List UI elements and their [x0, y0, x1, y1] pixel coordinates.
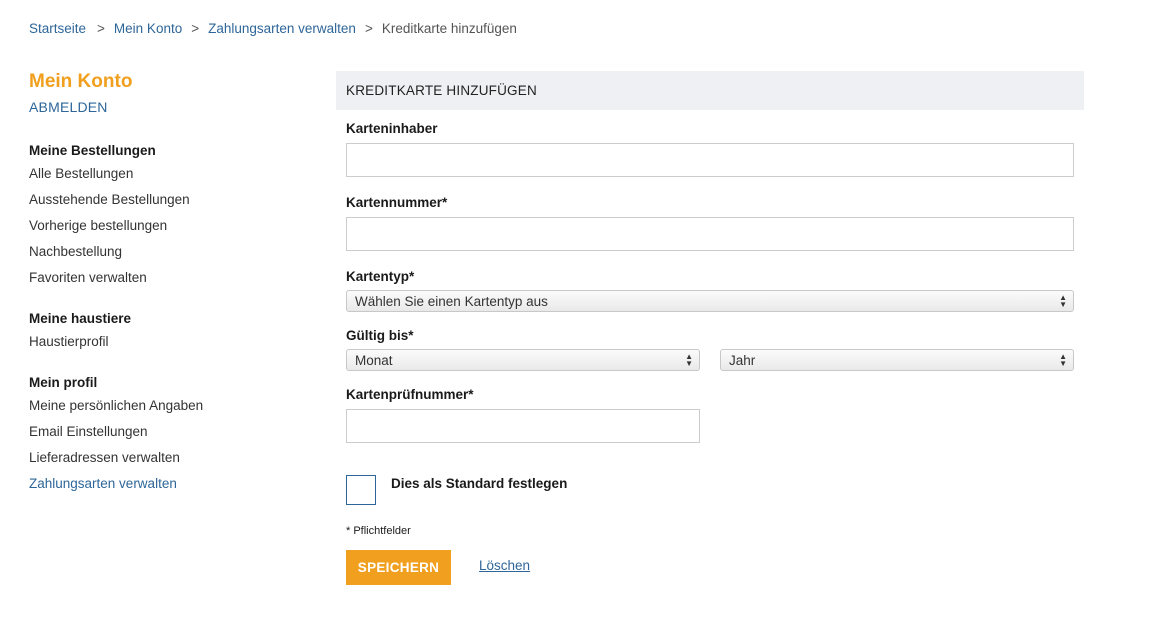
required-note: * Pflichtfelder [346, 525, 411, 537]
cardtype-label: Kartentyp* [346, 269, 415, 284]
sidebar-item-payment-methods[interactable]: Zahlungsarten verwalten [29, 471, 309, 497]
sidebar-item-favorites[interactable]: Favoriten verwalten [29, 265, 309, 291]
expiry-month-value: Monat [355, 352, 393, 368]
add-credit-card-panel: KREDITKARTE HINZUFÜGEN Karteninhaber Kar… [336, 71, 1084, 585]
sidebar-item-previous-orders[interactable]: Vorherige bestellungen [29, 213, 309, 239]
breadcrumb-current: Kreditkarte hinzufügen [381, 21, 517, 36]
breadcrumb-account-link[interactable]: Mein Konto [114, 21, 182, 36]
select-arrows-icon: ▲ ▼ [1059, 352, 1067, 368]
nav-group-orders: Meine Bestellungen Alle Bestellungen Aus… [29, 141, 309, 291]
credit-card-form: Karteninhaber Kartennummer* Kartentyp* W… [336, 121, 1084, 585]
nav-group-profile: Mein profil Meine persönlichen Angaben E… [29, 373, 309, 497]
breadcrumb: Startseite > Mein Konto > Zahlungsarten … [29, 21, 517, 36]
expiry-year-value: Jahr [729, 352, 756, 368]
sidebar-item-email-settings[interactable]: Email Einstellungen [29, 419, 309, 445]
delete-link[interactable]: Löschen [479, 558, 530, 573]
cardholder-label: Karteninhaber [346, 121, 438, 136]
expiry-year-select[interactable]: Jahr ▲ ▼ [720, 349, 1074, 371]
expiry-selects: Monat ▲ ▼ Jahr ▲ ▼ [346, 349, 1084, 371]
sidebar-item-delivery-addresses[interactable]: Lieferadressen verwalten [29, 445, 309, 471]
sidebar-item-reorder[interactable]: Nachbestellung [29, 239, 309, 265]
expiry-month-select[interactable]: Monat ▲ ▼ [346, 349, 700, 371]
sidebar-item-personal-details[interactable]: Meine persönlichen Angaben [29, 393, 309, 419]
select-arrows-icon: ▲ ▼ [1059, 293, 1067, 309]
default-checkbox-label: Dies als Standard festlegen [391, 476, 568, 491]
nav-group-pets: Meine haustiere Haustierprofil [29, 309, 309, 355]
sidebar-item-pet-profile[interactable]: Haustierprofil [29, 329, 309, 355]
cvv-input[interactable] [346, 409, 700, 443]
nav-heading-pets: Meine haustiere [29, 311, 132, 326]
form-actions: SPEICHERN Löschen [346, 550, 1084, 585]
default-option: Dies als Standard festlegen [346, 475, 1084, 505]
default-checkbox[interactable] [346, 475, 376, 505]
sidebar-item-pending-orders[interactable]: Ausstehende Bestellungen [29, 187, 309, 213]
breadcrumb-separator: > [364, 21, 373, 36]
nav-heading-profile: Mein profil [29, 375, 98, 390]
cvv-label: Kartenprüfnummer* [346, 387, 474, 402]
save-button[interactable]: SPEICHERN [346, 550, 451, 585]
cardtype-select[interactable]: Wählen Sie einen Kartentyp aus ▲ ▼ [346, 290, 1074, 312]
cardnumber-input[interactable] [346, 217, 1074, 251]
nav-heading-orders: Meine Bestellungen [29, 143, 156, 158]
breadcrumb-home-link[interactable]: Startseite [29, 21, 86, 36]
panel-header: KREDITKARTE HINZUFÜGEN [336, 71, 1084, 110]
cardnumber-label: Kartennummer* [346, 195, 448, 210]
breadcrumb-payments-link[interactable]: Zahlungsarten verwalten [208, 21, 356, 36]
cardtype-selected-value: Wählen Sie einen Kartentyp aus [355, 293, 548, 309]
select-arrows-icon: ▲ ▼ [685, 352, 693, 368]
account-title: Mein Konto [29, 71, 133, 92]
logout-link[interactable]: ABMELDEN [29, 99, 309, 115]
expiry-label: Gültig bis* [346, 328, 414, 343]
account-sidebar: Mein Konto ABMELDEN Meine Bestellungen A… [29, 70, 309, 497]
breadcrumb-separator: > [191, 21, 200, 36]
cardholder-input[interactable] [346, 143, 1074, 177]
breadcrumb-separator: > [97, 21, 105, 36]
sidebar-item-all-orders[interactable]: Alle Bestellungen [29, 161, 309, 187]
